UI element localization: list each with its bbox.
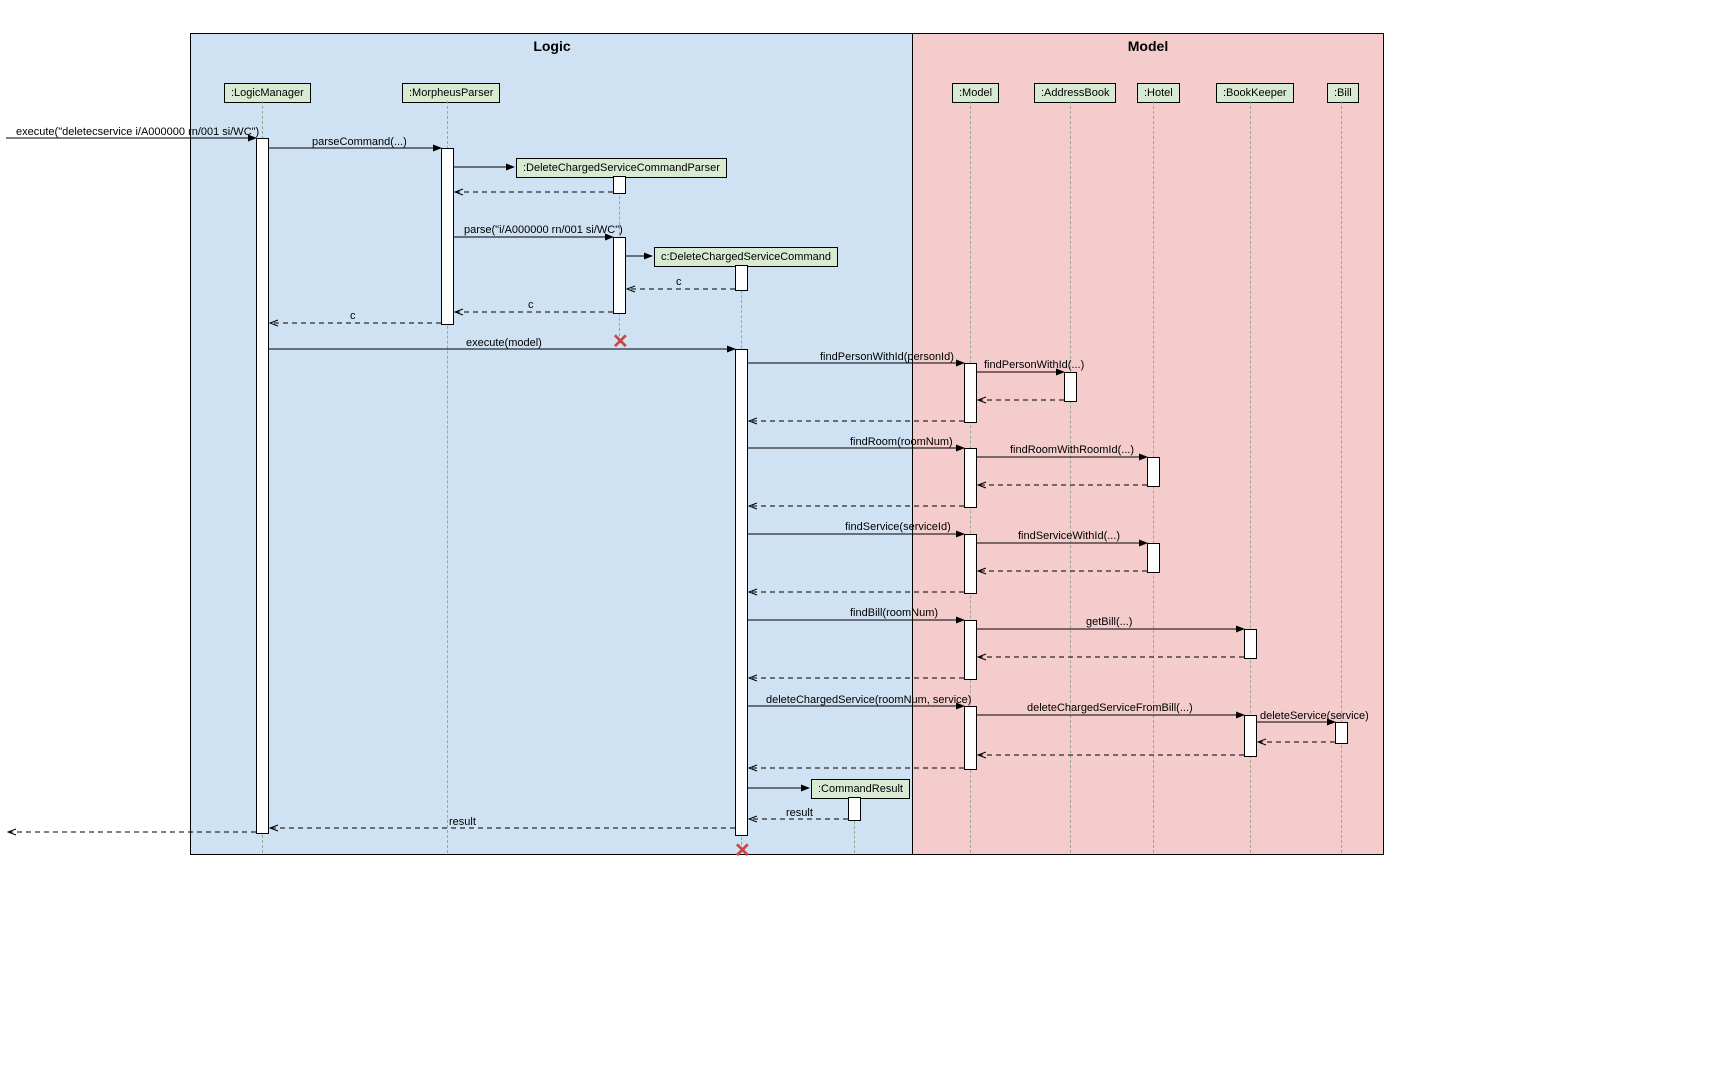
msg-findroomid: findRoomWithRoomId(...) — [1010, 444, 1134, 456]
activation-bkeeper-2 — [1244, 715, 1257, 757]
participant-mparser: :MorpheusParser — [402, 83, 500, 103]
participant-dcmd: c:DeleteChargedServiceCommand — [654, 247, 838, 267]
activation-hotel-2 — [1147, 543, 1160, 573]
participant-logicmgr: :LogicManager — [224, 83, 311, 103]
msg-c1: c — [676, 276, 682, 288]
activation-model-4 — [964, 620, 977, 680]
msg-findserviceid: findServiceWithId(...) — [1018, 530, 1120, 542]
participant-bill: :Bill — [1327, 83, 1359, 103]
activation-dcparser-2 — [613, 237, 626, 314]
msg-delservice: deleteService(service) — [1260, 710, 1369, 722]
msg-result2: result — [449, 816, 476, 828]
activation-model-2 — [964, 448, 977, 508]
msg-getbill: getBill(...) — [1086, 616, 1132, 628]
msg-execmodel: execute(model) — [466, 337, 542, 349]
region-logic: Logic — [190, 33, 914, 855]
region-model: Model — [912, 33, 1384, 855]
msg-findperson2: findPersonWithId(...) — [984, 359, 1084, 371]
destroy-dcmd: ✕ — [734, 838, 751, 863]
participant-abook: :AddressBook — [1034, 83, 1116, 103]
participant-cresult: :CommandResult — [811, 779, 910, 799]
destroy-dcparser: ✕ — [612, 329, 629, 354]
participant-bkeeper: :BookKeeper — [1216, 83, 1294, 103]
msg-delfrombill: deleteChargedServiceFromBill(...) — [1027, 702, 1193, 714]
msg-findperson: findPersonWithId(personId) — [820, 351, 954, 363]
lifeline-abook — [1070, 101, 1071, 853]
region-logic-title: Logic — [191, 34, 913, 54]
msg-parse: parse("i/A000000 rn/001 si/WC") — [464, 224, 623, 236]
participant-hotel: :Hotel — [1137, 83, 1180, 103]
msg-parsecommand: parseCommand(...) — [312, 136, 407, 148]
msg-findroom: findRoom(roomNum) — [850, 436, 953, 448]
participant-model: :Model — [952, 83, 999, 103]
msg-c3: c — [350, 310, 356, 322]
activation-bill-1 — [1335, 722, 1348, 744]
activation-logicmgr — [256, 138, 269, 834]
msg-result1: result — [786, 807, 813, 819]
msg-findbill: findBill(roomNum) — [850, 607, 938, 619]
activation-dcparser-1 — [613, 176, 626, 194]
activation-dcmd-1 — [735, 265, 748, 291]
msg-findservice: findService(serviceId) — [845, 521, 951, 533]
activation-cresult-1 — [848, 797, 861, 821]
activation-hotel-1 — [1147, 457, 1160, 487]
activation-mparser — [441, 148, 454, 325]
activation-model-5 — [964, 706, 977, 770]
msg-c2: c — [528, 299, 534, 311]
activation-dcmd-2 — [735, 349, 748, 836]
participant-dcparser: :DeleteChargedServiceCommandParser — [516, 158, 727, 178]
activation-abook-1 — [1064, 372, 1077, 402]
msg-execute-start: execute("deletecservice i/A000000 rn/001… — [16, 126, 259, 138]
activation-bkeeper-1 — [1244, 629, 1257, 659]
region-model-title: Model — [913, 34, 1383, 54]
msg-delcharged: deleteChargedService(roomNum, service) — [766, 694, 971, 706]
activation-model-3 — [964, 534, 977, 594]
activation-model-1 — [964, 363, 977, 423]
